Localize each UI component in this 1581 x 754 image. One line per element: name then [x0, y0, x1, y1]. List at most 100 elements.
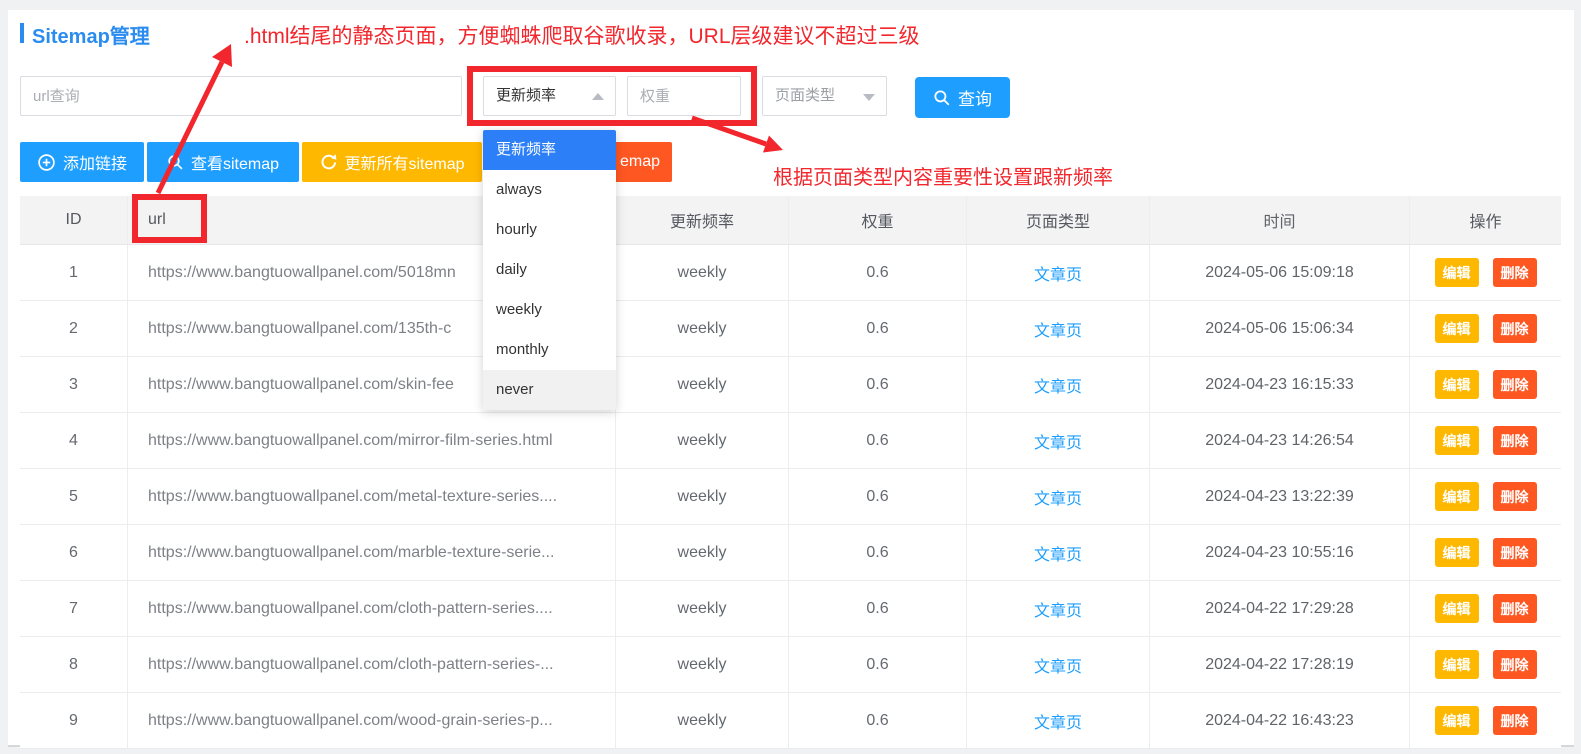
dropdown-option-monthly[interactable]: monthly	[483, 330, 616, 370]
view-sitemap-label: 查看sitemap	[191, 150, 279, 174]
refresh-icon	[319, 153, 337, 171]
cell-time: 2024-04-23 13:22:39	[1150, 469, 1410, 524]
add-link-label: 添加链接	[63, 150, 127, 174]
edit-button[interactable]: 编辑	[1435, 258, 1479, 287]
cell-frequency: weekly	[616, 469, 789, 524]
dropdown-option-hourly[interactable]: hourly	[483, 210, 616, 250]
frequency-select-label: 更新频率	[496, 87, 556, 104]
page-type-link[interactable]: 文章页	[1034, 373, 1082, 397]
dropdown-option-never[interactable]: never	[483, 370, 616, 410]
edit-button[interactable]: 编辑	[1435, 482, 1479, 511]
cell-url: https://www.bangtuowallpanel.com/cloth-p…	[128, 637, 616, 692]
page-type-link[interactable]: 文章页	[1034, 709, 1082, 733]
delete-button[interactable]: 删除	[1493, 370, 1537, 399]
circle-plus-icon	[37, 153, 56, 172]
cell-time: 2024-04-23 16:15:33	[1150, 357, 1410, 412]
cell-id: 8	[20, 637, 128, 692]
sitemap-table: ID url 更新频率 权重 页面类型 时间 操作 1 https://www.…	[20, 196, 1561, 749]
partial-button-label: emap	[620, 153, 660, 171]
frequency-select[interactable]: 更新频率	[483, 76, 616, 116]
view-sitemap-button[interactable]: 查看sitemap	[147, 142, 299, 182]
delete-button[interactable]: 删除	[1493, 426, 1537, 455]
table-row: 6 https://www.bangtuowallpanel.com/marbl…	[20, 525, 1561, 581]
delete-button[interactable]: 删除	[1493, 594, 1537, 623]
delete-button[interactable]: 删除	[1493, 538, 1537, 567]
cell-weight: 0.6	[789, 581, 967, 636]
table-row: 5 https://www.bangtuowallpanel.com/metal…	[20, 469, 1561, 525]
cell-id: 7	[20, 581, 128, 636]
frequency-dropdown: 更新频率 always hourly daily weekly monthly …	[483, 130, 616, 410]
cell-frequency: weekly	[616, 525, 789, 580]
table-row: 3 https://www.bangtuowallpanel.com/skin-…	[20, 357, 1561, 413]
cell-time: 2024-05-06 15:09:18	[1150, 245, 1410, 300]
table-row: 2 https://www.bangtuowallpanel.com/135th…	[20, 301, 1561, 357]
edit-button[interactable]: 编辑	[1435, 538, 1479, 567]
header-page-type: 页面类型	[967, 196, 1150, 244]
header-weight: 权重	[789, 196, 967, 244]
cell-frequency: weekly	[616, 693, 789, 748]
cell-id: 6	[20, 525, 128, 580]
header-frequency: 更新频率	[616, 196, 789, 244]
update-all-sitemap-button[interactable]: 更新所有sitemap	[302, 142, 482, 182]
query-button[interactable]: 查询	[915, 77, 1010, 118]
cell-weight: 0.6	[789, 525, 967, 580]
header-id: ID	[20, 196, 128, 244]
delete-button[interactable]: 删除	[1493, 706, 1537, 735]
edit-button[interactable]: 编辑	[1435, 370, 1479, 399]
cell-time: 2024-04-23 10:55:16	[1150, 525, 1410, 580]
chevron-down-icon	[863, 94, 875, 101]
cell-url: https://www.bangtuowallpanel.com/metal-t…	[128, 469, 616, 524]
add-link-button[interactable]: 添加链接	[20, 142, 144, 182]
cell-id: 2	[20, 301, 128, 356]
cell-url: https://www.bangtuowallpanel.com/cloth-p…	[128, 581, 616, 636]
header-time: 时间	[1150, 196, 1410, 244]
delete-button[interactable]: 删除	[1493, 314, 1537, 343]
dropdown-option-frequency[interactable]: 更新频率	[483, 130, 616, 170]
cell-id: 9	[20, 693, 128, 748]
delete-button[interactable]: 删除	[1493, 482, 1537, 511]
url-search-input[interactable]	[20, 76, 462, 116]
cell-frequency: weekly	[616, 301, 789, 356]
delete-button[interactable]: 删除	[1493, 650, 1537, 679]
header-actions: 操作	[1410, 196, 1561, 244]
dropdown-option-always[interactable]: always	[483, 170, 616, 210]
chevron-up-icon	[592, 93, 604, 100]
page-type-link[interactable]: 文章页	[1034, 541, 1082, 565]
cell-frequency: weekly	[616, 637, 789, 692]
table-row: 4 https://www.bangtuowallpanel.com/mirro…	[20, 413, 1561, 469]
cell-frequency: weekly	[616, 413, 789, 468]
cell-time: 2024-04-22 17:28:19	[1150, 637, 1410, 692]
edit-button[interactable]: 编辑	[1435, 706, 1479, 735]
cell-url: https://www.bangtuowallpanel.com/marble-…	[128, 525, 616, 580]
page-type-link[interactable]: 文章页	[1034, 485, 1082, 509]
table-row: 7 https://www.bangtuowallpanel.com/cloth…	[20, 581, 1561, 637]
cell-time: 2024-04-22 17:29:28	[1150, 581, 1410, 636]
edit-button[interactable]: 编辑	[1435, 426, 1479, 455]
dropdown-option-weekly[interactable]: weekly	[483, 290, 616, 330]
cell-weight: 0.6	[789, 693, 967, 748]
edit-button[interactable]: 编辑	[1435, 650, 1479, 679]
title-accent-bar	[20, 23, 24, 43]
table-row: 8 https://www.bangtuowallpanel.com/cloth…	[20, 637, 1561, 693]
cell-id: 3	[20, 357, 128, 412]
edit-button[interactable]: 编辑	[1435, 594, 1479, 623]
table-header-row: ID url 更新频率 权重 页面类型 时间 操作	[20, 196, 1561, 245]
delete-button[interactable]: 删除	[1493, 258, 1537, 287]
cell-weight: 0.6	[789, 413, 967, 468]
page-type-select[interactable]: 页面类型	[762, 76, 887, 116]
page-type-link[interactable]: 文章页	[1034, 597, 1082, 621]
sitemap-admin-page: Sitemap管理 更新频率 页面类型 查询 添加链接 查看sitemap 更新…	[0, 0, 1581, 754]
page-type-link[interactable]: 文章页	[1034, 317, 1082, 341]
cell-weight: 0.6	[789, 357, 967, 412]
edit-button[interactable]: 编辑	[1435, 314, 1479, 343]
dropdown-option-daily[interactable]: daily	[483, 250, 616, 290]
page-title: Sitemap管理	[32, 20, 150, 49]
cell-weight: 0.6	[789, 301, 967, 356]
cell-time: 2024-04-23 14:26:54	[1150, 413, 1410, 468]
cell-id: 4	[20, 413, 128, 468]
page-type-link[interactable]: 文章页	[1034, 653, 1082, 677]
page-type-link[interactable]: 文章页	[1034, 429, 1082, 453]
page-type-link[interactable]: 文章页	[1034, 261, 1082, 285]
weight-input[interactable]	[627, 76, 741, 116]
cell-weight: 0.6	[789, 637, 967, 692]
